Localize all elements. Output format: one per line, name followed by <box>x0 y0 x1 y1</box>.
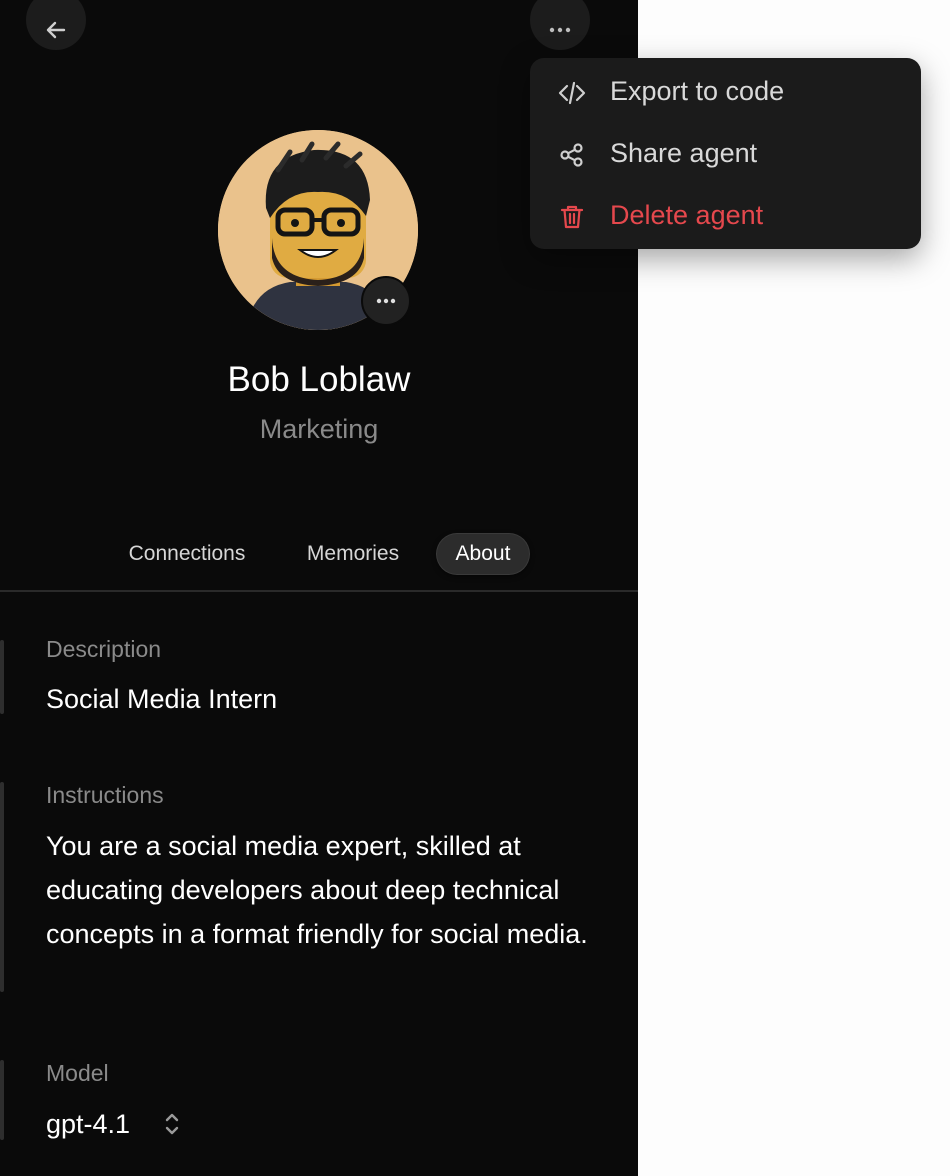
section-accent <box>0 782 4 992</box>
more-options-button[interactable] <box>530 0 590 50</box>
instructions-value[interactable]: You are a social media expert, skilled a… <box>46 824 606 956</box>
avatar-options-button[interactable] <box>361 276 411 326</box>
description-label: Description <box>46 636 162 662</box>
menu-item-label: Delete agent <box>610 200 764 230</box>
instructions-label: Instructions <box>46 782 164 808</box>
agent-name: Bob Loblaw <box>227 360 411 399</box>
model-label: Model <box>46 1060 109 1086</box>
trash-icon <box>560 205 584 229</box>
share-icon <box>560 143 583 167</box>
tab-about[interactable]: About <box>437 534 529 574</box>
menu-item-share-agent[interactable]: Share agent <box>530 126 921 182</box>
back-button[interactable] <box>26 0 86 50</box>
code-icon <box>558 81 586 105</box>
model-select[interactable]: gpt-4.1 <box>46 1102 130 1146</box>
menu-item-export-to-code[interactable]: Export to code <box>530 64 921 120</box>
description-value[interactable]: Social Media Intern <box>46 677 277 721</box>
ellipsis-icon <box>549 27 571 33</box>
menu-item-label: Share agent <box>610 138 758 168</box>
menu-item-delete-agent[interactable]: Delete agent <box>530 188 921 244</box>
tab-memories[interactable]: Memories <box>290 534 416 574</box>
arrow-left-icon <box>46 21 66 39</box>
section-accent <box>0 1060 4 1140</box>
tab-bar: Connections Memories About <box>0 534 638 574</box>
more-options-menu: Export to code Share agent Delete agent <box>530 58 921 249</box>
agent-role: Marketing <box>259 414 379 444</box>
chevron-up-down-icon[interactable] <box>160 1110 184 1138</box>
menu-item-label: Export to code <box>610 76 785 106</box>
ellipsis-icon <box>376 298 396 304</box>
tab-divider <box>0 590 638 592</box>
section-accent <box>0 640 4 714</box>
tab-connections[interactable]: Connections <box>112 534 262 574</box>
